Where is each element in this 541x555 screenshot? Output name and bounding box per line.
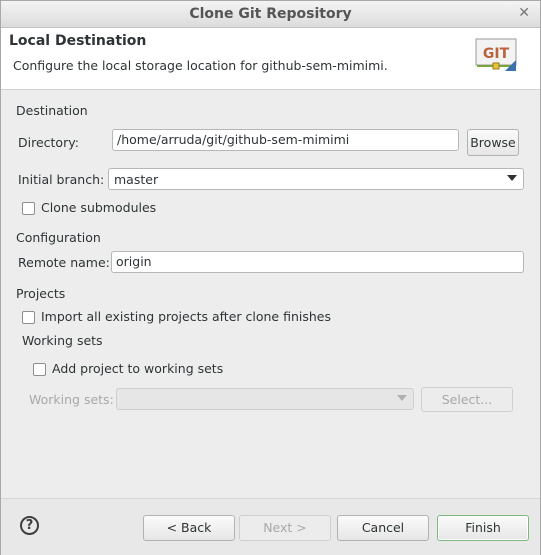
destination-section-label: Destination xyxy=(16,103,88,118)
import-projects-checkbox[interactable] xyxy=(22,311,35,324)
initial-branch-value: master xyxy=(114,172,159,187)
title-bar[interactable]: Clone Git Repository ✕ xyxy=(1,1,540,28)
chevron-down-icon xyxy=(397,395,407,401)
add-to-working-sets-checkbox[interactable] xyxy=(33,363,46,376)
clone-git-repository-dialog: Clone Git Repository ✕ Local Destination… xyxy=(0,0,541,555)
browse-button[interactable]: Browse xyxy=(467,129,519,156)
chevron-down-icon xyxy=(507,175,517,181)
select-working-sets-button[interactable]: Select... xyxy=(421,387,513,412)
window-title: Clone Git Repository xyxy=(189,6,352,22)
directory-label: Directory: xyxy=(18,135,79,150)
working-sets-select[interactable] xyxy=(116,388,414,410)
clone-submodules-checkbox[interactable] xyxy=(22,202,35,215)
clone-submodules-label: Clone submodules xyxy=(41,200,157,215)
configuration-section-label: Configuration xyxy=(16,230,101,245)
git-logo-text: GIT xyxy=(483,46,510,62)
git-logo-icon: GIT xyxy=(475,38,517,71)
page-title: Local Destination xyxy=(9,33,147,49)
wizard-header: Local Destination Configure the local st… xyxy=(1,28,540,90)
projects-section-label: Projects xyxy=(16,286,66,301)
back-button[interactable]: < Back xyxy=(143,515,235,541)
next-button[interactable]: Next > xyxy=(239,515,331,541)
import-projects-label: Import all existing projects after clone… xyxy=(41,309,331,324)
directory-input[interactable]: /home/arruda/git/github-sem-mimimi xyxy=(112,129,459,151)
finish-button[interactable]: Finish xyxy=(437,515,529,541)
working-sets-group-label: Working sets xyxy=(22,333,103,348)
initial-branch-label: Initial branch: xyxy=(18,172,105,187)
cancel-button[interactable]: Cancel xyxy=(337,515,429,541)
initial-branch-select[interactable]: master xyxy=(108,168,524,190)
help-icon[interactable]: ? xyxy=(20,516,39,535)
close-icon[interactable]: ✕ xyxy=(518,5,530,21)
remote-name-input[interactable]: origin xyxy=(111,251,524,273)
page-description: Configure the local storage location for… xyxy=(13,58,388,73)
add-to-working-sets-label: Add project to working sets xyxy=(52,361,224,376)
remote-name-label: Remote name: xyxy=(18,255,110,270)
working-sets-field-label: Working sets: xyxy=(29,392,114,407)
